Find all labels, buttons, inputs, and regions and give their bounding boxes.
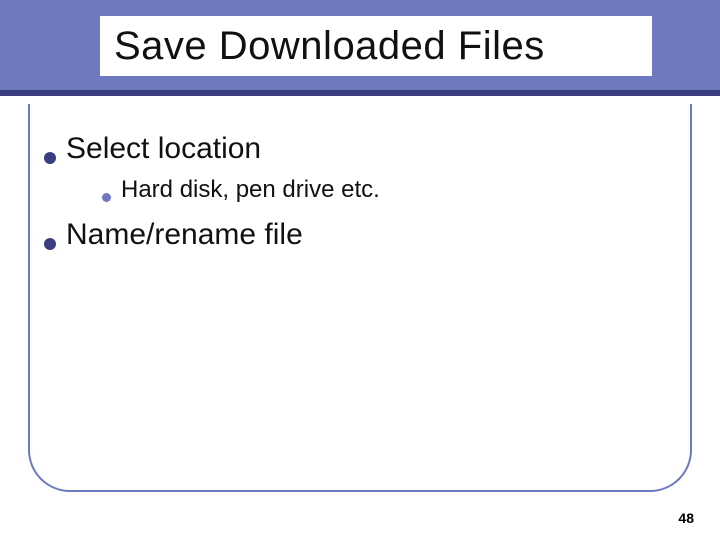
title-container: Save Downloaded Files: [100, 16, 652, 76]
content-area: Select location Hard disk, pen drive etc…: [44, 132, 676, 262]
list-item: Hard disk, pen drive etc.: [102, 176, 676, 204]
list-item: Name/rename file: [44, 218, 676, 252]
list-item-text: Name/rename file: [66, 218, 303, 252]
accent-line: [0, 90, 720, 96]
list-item-text: Hard disk, pen drive etc.: [121, 176, 380, 204]
bullet-icon: [44, 152, 56, 164]
slide: Save Downloaded Files Select location Ha…: [0, 0, 720, 540]
slide-title: Save Downloaded Files: [114, 24, 545, 69]
bullet-icon: [44, 238, 56, 250]
list-item: Select location: [44, 132, 676, 166]
page-number: 48: [678, 510, 694, 526]
bullet-icon: [102, 193, 111, 202]
list-item-text: Select location: [66, 132, 261, 166]
